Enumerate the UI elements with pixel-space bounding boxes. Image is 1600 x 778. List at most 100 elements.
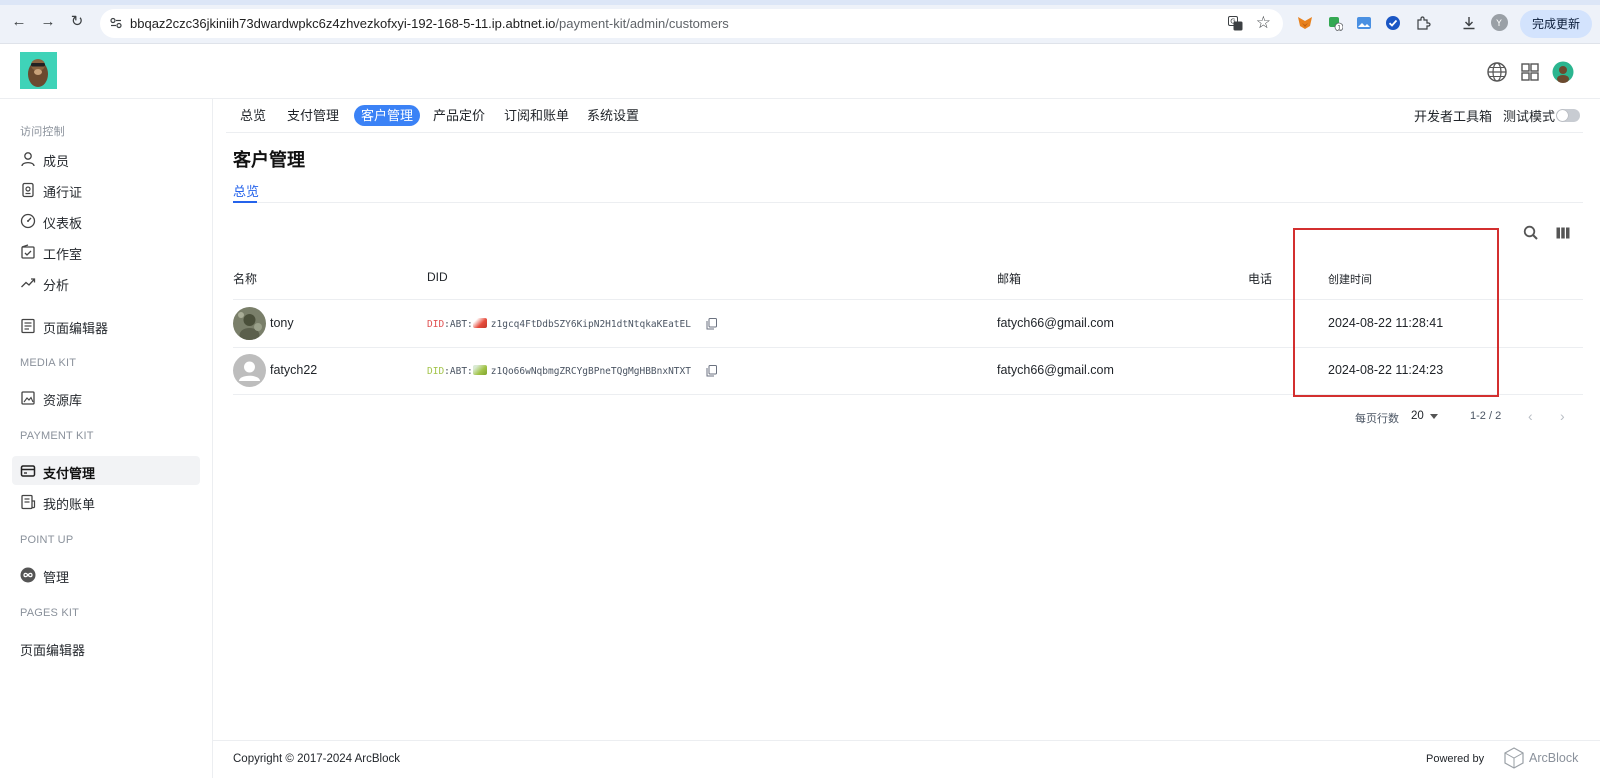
download-icon[interactable] — [1461, 15, 1477, 31]
did-prefix: DID — [427, 366, 445, 377]
arcblock-brand-text[interactable]: ArcBlock — [1529, 751, 1578, 765]
app-logo[interactable] — [20, 52, 57, 89]
tab-system-settings[interactable]: 系统设置 — [580, 105, 646, 126]
customer-did[interactable]: DID:ABT: z1Qo66wNqbmgZRCYgBPneTQgMgHBBnxN… — [427, 365, 691, 377]
forward-icon[interactable]: → — [40, 14, 56, 30]
sidebar-item-label: 支付管理 — [43, 466, 96, 481]
sidebar-item-manage[interactable]: 管理 — [12, 560, 200, 589]
sidebar-item-label: 资源库 — [43, 393, 83, 408]
did-value: z1Qo66wNqbmgZRCYgBPneTQgMgHBBnxNTXT — [490, 366, 691, 377]
chevron-down-icon[interactable] — [1430, 414, 1438, 419]
section-title-access: 访问控制 — [20, 126, 65, 138]
extensions-puzzle-icon[interactable] — [1415, 15, 1431, 31]
extension-badge-icon[interactable]: 1 — [1327, 15, 1343, 31]
sidebar-item-label: 仪表板 — [43, 216, 83, 231]
sidebar-item-label: 成员 — [43, 154, 70, 169]
section-title-payment-kit: PAYMENT KIT — [20, 430, 94, 442]
profile-avatar-icon[interactable]: Y — [1491, 14, 1508, 31]
extension-badge-count: 1 — [1337, 25, 1341, 32]
sidebar-item-pages-editor[interactable]: 页面编辑器 — [12, 633, 200, 662]
did-method: :ABT: — [444, 319, 473, 330]
did-prefix: DID — [427, 319, 445, 330]
picture-extension-icon[interactable] — [1356, 15, 1372, 31]
bookmark-star-icon[interactable]: ☆ — [1256, 14, 1271, 32]
check-extension-icon[interactable] — [1385, 15, 1401, 31]
customer-name[interactable]: fatych22 — [270, 363, 317, 377]
customer-email: fatych66@gmail.com — [997, 316, 1114, 330]
copy-icon[interactable] — [706, 318, 717, 330]
avatar — [233, 307, 266, 340]
translate-icon[interactable]: G — [1228, 16, 1243, 31]
sidebar-item-members[interactable]: 成员 — [12, 144, 200, 173]
chevron-left-icon[interactable]: ‹ — [1528, 408, 1533, 424]
tab-subscriptions-invoices[interactable]: 订阅和账单 — [497, 105, 576, 126]
address-bar[interactable]: bbqaz2czc36jkiniih73dwardwpkc6z4zhvezkof… — [100, 9, 1283, 38]
column-header-phone[interactable]: 电话 — [1248, 270, 1272, 287]
sidebar-item-label: 我的账单 — [43, 497, 96, 512]
sidebar-item-page-editor[interactable]: 页面编辑器 — [12, 311, 200, 340]
did-avatar-icon — [472, 365, 487, 375]
column-header-name[interactable]: 名称 — [233, 270, 257, 287]
tab-payment-management[interactable]: 支付管理 — [280, 105, 346, 126]
rows-per-page-select[interactable]: 20 — [1411, 410, 1424, 422]
view-columns-icon[interactable] — [1554, 224, 1572, 242]
top-navigation: 总览 支付管理 客户管理 产品定价 订阅和账单 系统设置 开发者工具箱 测试模式 — [226, 99, 1583, 133]
profile-initial: Y — [1495, 19, 1502, 29]
sidebar-item-my-bills[interactable]: 我的账单 — [12, 487, 200, 516]
sidebar-item-passport[interactable]: 通行证 — [12, 175, 200, 204]
svg-text:G: G — [1230, 18, 1235, 26]
search-icon[interactable] — [1522, 224, 1540, 242]
url-host: bbqaz2czc36jkiniih73dwardwpkc6z4zhvezkof… — [130, 16, 556, 31]
apps-grid-icon[interactable] — [1519, 61, 1541, 83]
user-avatar-icon[interactable] — [1552, 61, 1574, 83]
sidebar-item-dashboard[interactable]: 仪表板 — [12, 206, 200, 235]
update-button[interactable]: 完成更新 — [1520, 10, 1592, 38]
avatar — [233, 354, 266, 387]
customer-email: fatych66@gmail.com — [997, 363, 1114, 377]
footer: Copyright © 2017-2024 ArcBlock Powered b… — [213, 740, 1600, 778]
column-header-email[interactable]: 邮箱 — [997, 270, 1021, 287]
site-settings-icon[interactable] — [110, 17, 122, 29]
dashboard-icon — [20, 213, 36, 229]
card-icon — [20, 465, 36, 477]
bill-icon — [21, 494, 36, 510]
metamask-extension-icon[interactable] — [1297, 15, 1313, 31]
customer-did[interactable]: DID:ABT: z1gcq4FtDdbSZY6KipN2H1dtNtqkaKEa… — [427, 318, 691, 330]
sidebar-item-studio[interactable]: 工作室 — [12, 237, 200, 266]
column-header-did[interactable]: DID — [427, 270, 448, 284]
subtab-overview[interactable]: 总览 — [233, 181, 259, 200]
sidebar-item-label: 页面编辑器 — [20, 643, 86, 658]
arcblock-logo-icon[interactable] — [1503, 747, 1525, 769]
globe-icon[interactable] — [1486, 61, 1508, 83]
test-mode-label: 测试模式 — [1503, 109, 1556, 124]
developer-tools-link[interactable]: 开发者工具箱 — [1414, 106, 1492, 125]
section-title-point-up: POINT UP — [20, 534, 74, 546]
rows-per-page-label: 每页行数 — [1355, 413, 1399, 425]
url-path: /payment-kit/admin/customers — [555, 16, 729, 31]
chevron-right-icon[interactable]: › — [1560, 408, 1565, 424]
studio-icon — [21, 244, 35, 259]
did-method: :ABT: — [444, 366, 473, 377]
sidebar-item-payment-management[interactable]: 支付管理 — [12, 456, 200, 485]
page-title: 客户管理 — [233, 150, 305, 170]
sidebar-item-resource-library[interactable]: 资源库 — [12, 383, 200, 412]
test-mode-toggle[interactable] — [1556, 109, 1580, 122]
browser-toolbar: ← → ↻ bbqaz2czc36jkiniih73dwardwpkc6z4zh… — [0, 0, 1600, 44]
sidebar: 访问控制 成员 通行证 仪表板 工作室 分析 页面编辑器 MEDIA KIT 资… — [0, 99, 213, 778]
tab-overview[interactable]: 总览 — [233, 105, 273, 126]
sidebar-item-analytics[interactable]: 分析 — [12, 268, 200, 297]
did-value: z1gcq4FtDdbSZY6KipN2H1dtNtqkaKEatEL — [490, 319, 691, 330]
reload-icon[interactable]: ↻ — [69, 14, 85, 30]
did-avatar-icon — [472, 318, 487, 328]
app-header — [0, 44, 1600, 99]
customer-name[interactable]: tony — [270, 316, 294, 330]
tab-product-pricing[interactable]: 产品定价 — [426, 105, 492, 126]
tab-customer-management[interactable]: 客户管理 — [354, 105, 421, 126]
back-icon[interactable]: ← — [11, 14, 27, 30]
pagination-range: 1-2 / 2 — [1470, 410, 1502, 422]
url-text[interactable]: bbqaz2czc36jkiniih73dwardwpkc6z4zhvezkof… — [130, 16, 729, 31]
copy-icon[interactable] — [706, 365, 717, 377]
subtab-active-indicator — [233, 201, 257, 203]
analytics-icon — [21, 278, 36, 288]
sidebar-item-label: 管理 — [43, 570, 70, 585]
